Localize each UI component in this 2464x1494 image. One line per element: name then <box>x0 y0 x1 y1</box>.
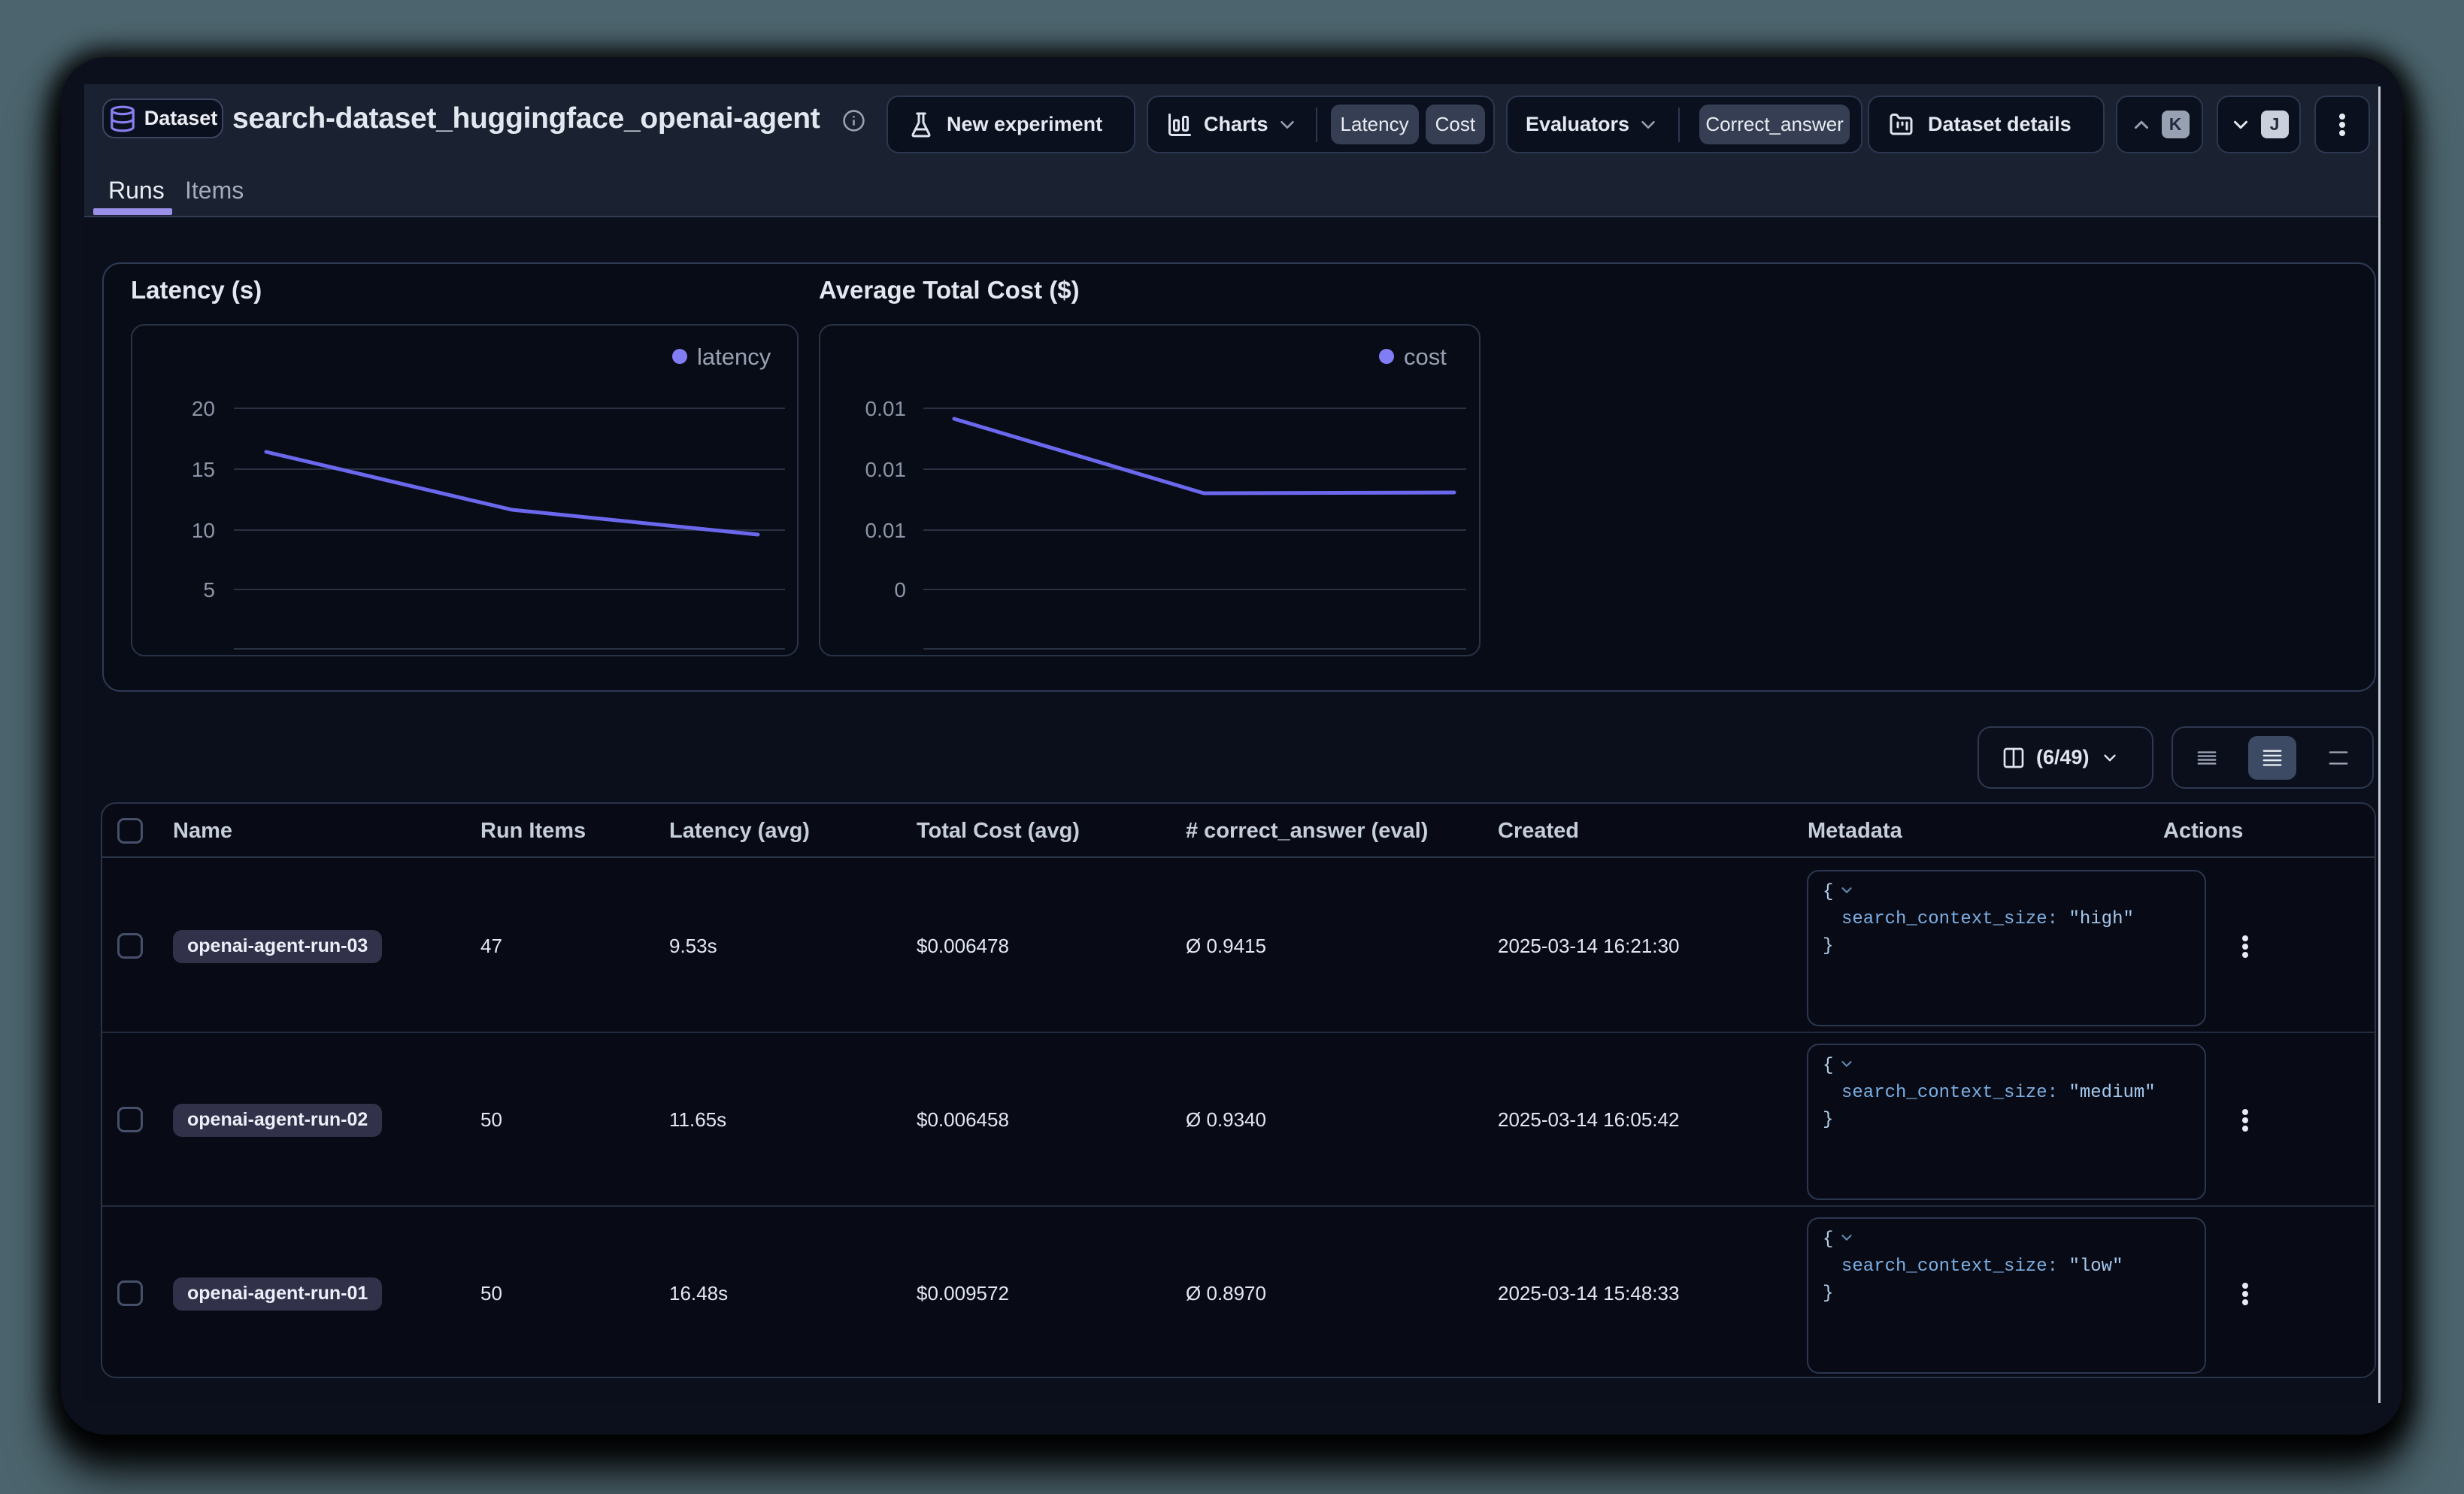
svg-text:cost: cost <box>1404 344 1447 370</box>
svg-text:10: 10 <box>192 519 215 542</box>
svg-text:0.01: 0.01 <box>865 397 907 420</box>
svg-text:5: 5 <box>203 578 215 602</box>
svg-text:0: 0 <box>894 578 906 602</box>
svg-text:0.01: 0.01 <box>865 519 907 542</box>
svg-text:latency: latency <box>697 344 771 370</box>
svg-text:0.01: 0.01 <box>865 458 907 481</box>
svg-text:15: 15 <box>192 458 215 481</box>
svg-text:20: 20 <box>192 397 215 420</box>
